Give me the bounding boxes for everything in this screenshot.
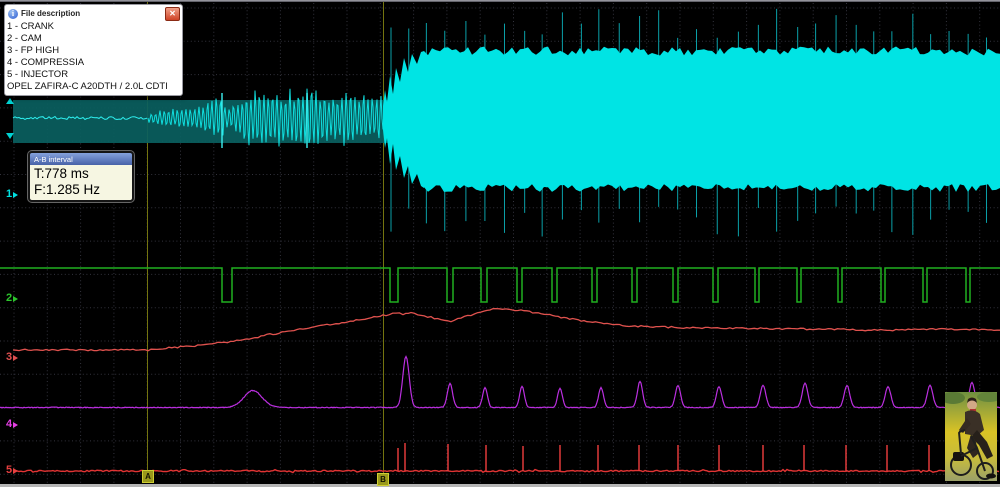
channel-1-label: 1	[6, 189, 12, 200]
channel-4-zero-marker[interactable]: 4	[6, 419, 18, 430]
channel-list-item: 2 - CAM	[7, 33, 180, 45]
crank-range-upper-arrow-icon[interactable]	[6, 98, 14, 104]
level-arrow-icon	[13, 192, 18, 198]
photo-thumbnail	[945, 392, 997, 481]
file-description-title: File description	[21, 9, 162, 18]
channel-3-label: 3	[6, 352, 12, 363]
ab-interval-frequency: F:1.285 Hz	[34, 182, 128, 198]
cursor-a-flag[interactable]: A	[142, 470, 154, 483]
photo-bicycle-engine	[953, 452, 964, 461]
channel-list-item: 5 - INJECTOR	[7, 69, 180, 81]
cursor-b-flag[interactable]: B	[377, 473, 389, 486]
ab-interval-titlebar[interactable]: A-B interval	[30, 153, 132, 165]
channel-5-label: 5	[6, 465, 12, 476]
level-arrow-icon	[13, 355, 18, 361]
close-icon[interactable]: ✕	[165, 7, 180, 21]
channel-5-zero-marker[interactable]: 5	[6, 465, 18, 476]
level-arrow-icon	[13, 468, 18, 474]
level-arrow-icon	[13, 422, 18, 428]
file-description-window: i File description ✕ 1 - CRANK 2 - CAM 3…	[4, 4, 183, 96]
file-description-titlebar[interactable]: i File description ✕	[5, 5, 182, 20]
ab-interval-time: T:778 ms	[34, 166, 128, 182]
channel-3-zero-marker[interactable]: 3	[6, 352, 18, 363]
oscilloscope-screen: 1 2 3 4 5 A B i File description ✕ 1 - C…	[0, 0, 1000, 487]
vehicle-description: OPEL ZAFIRA-C A20DTH / 2.0L CDTI	[7, 81, 180, 93]
channel-1-zero-marker[interactable]: 1	[6, 189, 18, 200]
info-icon: i	[8, 9, 18, 19]
channel-list-item: 4 - COMPRESSIA	[7, 57, 180, 69]
file-description-body: 1 - CRANK 2 - CAM 3 - FP HIGH 4 - COMPRE…	[5, 20, 182, 93]
ab-interval-body: T:778 ms F:1.285 Hz	[30, 165, 132, 200]
channel-list-item: 3 - FP HIGH	[7, 45, 180, 57]
level-arrow-icon	[13, 296, 18, 302]
crank-range-lower-arrow-icon[interactable]	[6, 133, 14, 139]
ab-interval-window: A-B interval T:778 ms F:1.285 Hz	[28, 151, 134, 202]
channel-list-item: 1 - CRANK	[7, 21, 180, 33]
channel-2-zero-marker[interactable]: 2	[6, 293, 18, 304]
channel-2-label: 2	[6, 293, 12, 304]
photo-person-shoe	[986, 474, 996, 479]
window-top-edge	[0, 0, 1000, 2]
channel-4-label: 4	[6, 419, 12, 430]
